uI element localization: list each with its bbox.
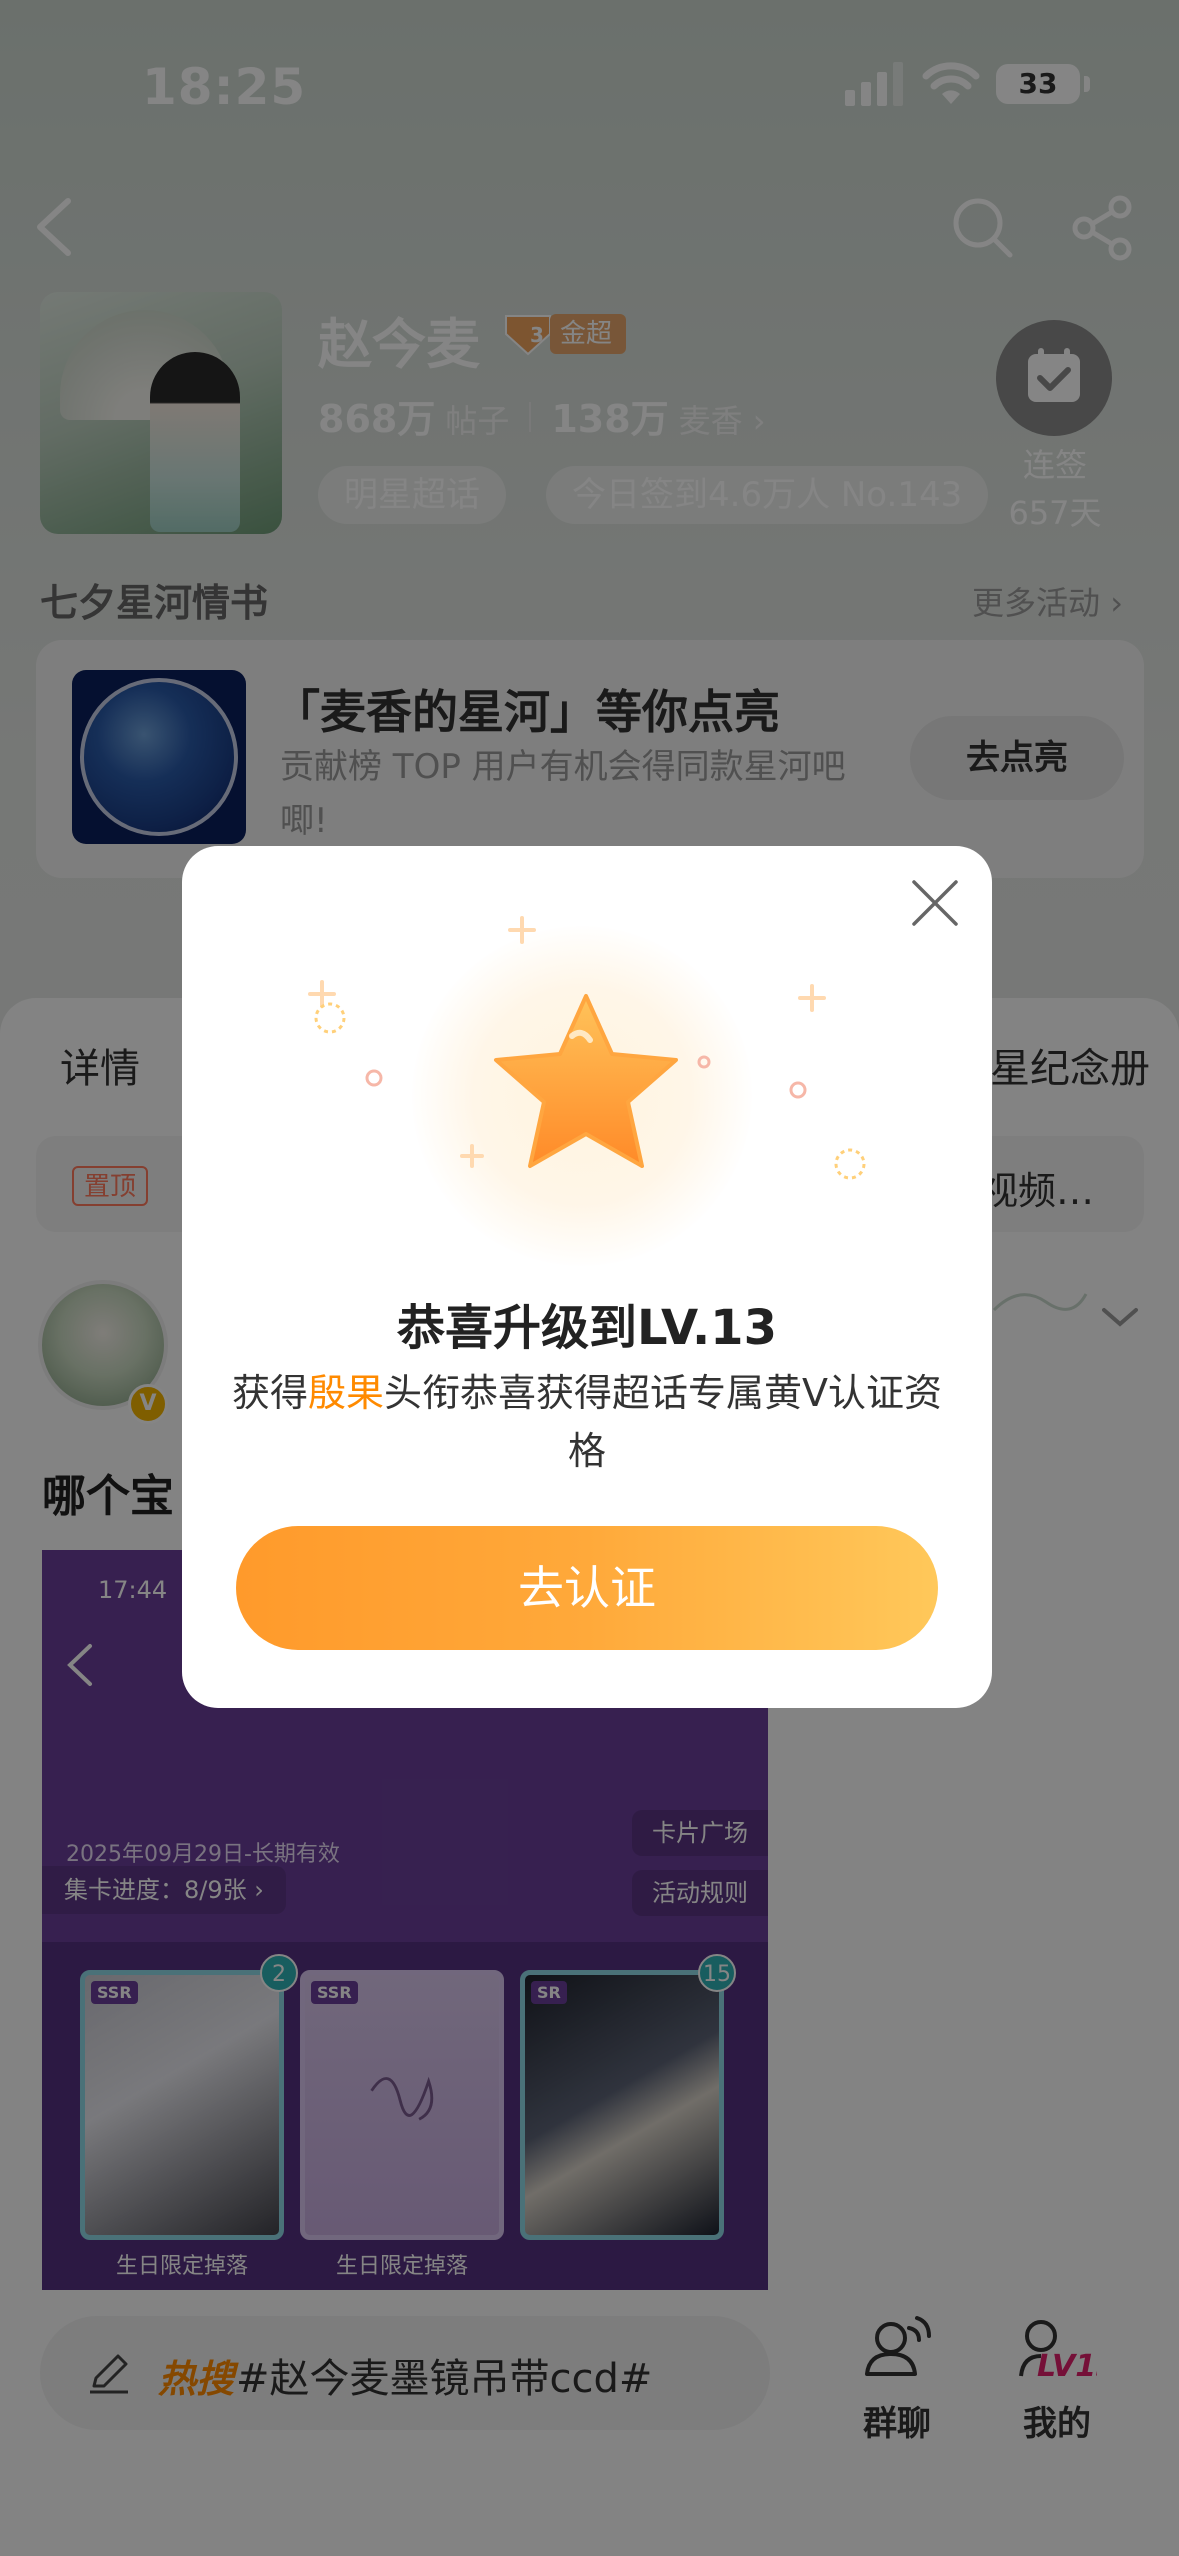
verify-button[interactable]: 去认证 [236, 1526, 938, 1650]
dialog-description: 获得殷果头衔恭喜获得超话专属黄V认证资格 [230, 1364, 944, 1480]
close-icon[interactable] [908, 876, 962, 930]
title-highlight: 殷果 [308, 1371, 385, 1415]
desc-suffix: 头衔恭喜获得超话专属黄V认证资格 [384, 1371, 943, 1473]
dialog-title: 恭喜升级到LV.13 [397, 1300, 777, 1356]
level-up-dialog: 恭喜升级到LV.13 获得殷果头衔恭喜获得超话专属黄V认证资格 去认证 [182, 846, 992, 1708]
star-icon [494, 994, 678, 1168]
desc-prefix: 获得 [231, 1371, 308, 1415]
